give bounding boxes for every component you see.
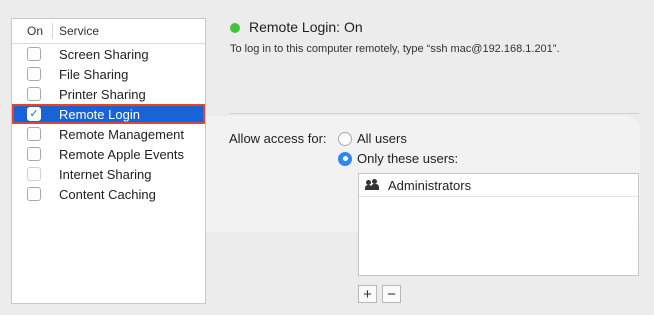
- service-checkbox[interactable]: ✓: [27, 107, 41, 121]
- service-checkbox[interactable]: [27, 67, 41, 81]
- service-row-printer-sharing[interactable]: Printer Sharing: [12, 84, 205, 104]
- remove-user-button[interactable]: −: [382, 285, 401, 303]
- service-row-screen-sharing[interactable]: Screen Sharing: [12, 44, 205, 64]
- service-list: On Service Screen Sharing File Sharing P…: [11, 18, 206, 304]
- ssh-hint: To log in to this computer remotely, typ…: [230, 43, 560, 55]
- status-indicator-icon: [230, 23, 240, 33]
- service-checkbox[interactable]: [27, 47, 41, 61]
- column-header-on[interactable]: On: [12, 24, 48, 38]
- service-label: Remote Apple Events: [59, 146, 185, 162]
- column-header-service[interactable]: Service: [48, 24, 99, 38]
- status-title: Remote Login: On: [249, 19, 363, 35]
- service-label: Printer Sharing: [59, 86, 146, 102]
- column-separator: [52, 23, 53, 39]
- radio-button[interactable]: [338, 131, 352, 146]
- service-row-file-sharing[interactable]: File Sharing: [12, 64, 205, 84]
- service-row-remote-apple-events[interactable]: Remote Apple Events: [12, 144, 205, 164]
- allowed-users-list[interactable]: Administrators: [358, 173, 639, 276]
- service-label: Remote Management: [59, 126, 185, 142]
- service-checkbox[interactable]: [27, 147, 41, 161]
- service-checkbox: [27, 167, 41, 181]
- radio-button[interactable]: [338, 151, 352, 166]
- service-row-content-caching[interactable]: Content Caching: [12, 184, 205, 204]
- radio-only-these-users[interactable]: Only these users:: [338, 151, 458, 166]
- user-name: Administrators: [388, 177, 472, 193]
- service-row-remote-management[interactable]: Remote Management: [12, 124, 205, 144]
- service-label: Screen Sharing: [59, 46, 149, 62]
- service-label: File Sharing: [59, 66, 129, 82]
- service-checkbox[interactable]: [27, 187, 41, 201]
- service-row-remote-login[interactable]: ✓ Remote Login: [12, 104, 205, 124]
- service-row-internet-sharing[interactable]: Internet Sharing: [12, 164, 205, 184]
- group-icon: [365, 179, 379, 191]
- service-list-header: On Service: [12, 19, 205, 44]
- radio-label: Only these users:: [357, 151, 459, 166]
- service-label: Internet Sharing: [59, 166, 152, 182]
- service-checkbox[interactable]: [27, 87, 41, 101]
- checkmark-icon: ✓: [29, 107, 39, 120]
- service-label: Remote Login: [59, 106, 140, 122]
- user-row-administrators[interactable]: Administrators: [359, 174, 638, 197]
- radio-all-users[interactable]: All users: [338, 131, 407, 146]
- section-divider: [229, 113, 639, 114]
- service-checkbox[interactable]: [27, 127, 41, 141]
- service-label: Content Caching: [59, 186, 156, 202]
- allow-access-label: Allow access for:: [229, 131, 327, 146]
- add-user-button[interactable]: +: [358, 285, 377, 303]
- radio-label: All users: [357, 131, 407, 146]
